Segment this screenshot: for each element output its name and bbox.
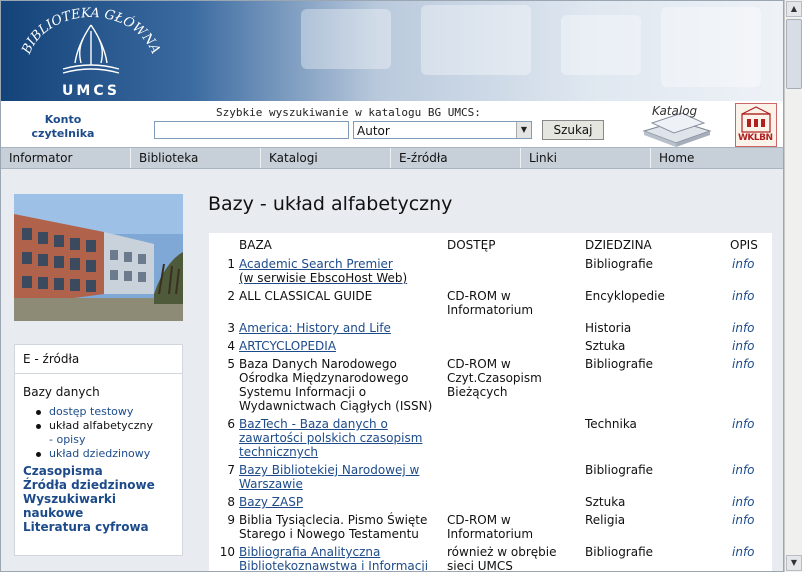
- nav-item-home[interactable]: Home: [651, 148, 783, 168]
- header-banner: BIBLIOTEKA GŁÓWNA UMCS: [1, 1, 783, 101]
- sidebar-link-search-engines-2[interactable]: naukowe: [23, 506, 83, 520]
- chevron-down-icon[interactable]: ▼: [516, 122, 531, 138]
- database-name: Baza Danych Narodowego Ośrodka Międzynar…: [239, 357, 433, 413]
- sidebar-header: E - źródła: [15, 345, 182, 374]
- sidebar-link-field-sources[interactable]: Źródła dziedzinowe: [23, 478, 155, 492]
- wklbn-logo-text: WKLBN: [738, 133, 773, 143]
- info-link[interactable]: info: [732, 289, 755, 303]
- nav-item-katalogi[interactable]: Katalogi: [261, 148, 391, 168]
- quick-search-label: Szybkie wyszukiwanie w katalogu BG UMCS:: [216, 106, 481, 119]
- column-header-dostep: DOSTĘP: [447, 238, 496, 252]
- search-bar: Konto czytelnika Szybkie wyszukiwanie w …: [1, 101, 783, 147]
- row-number: 1: [227, 257, 235, 271]
- field-cell: Bibliografie: [585, 357, 654, 371]
- konto-line2: czytelnika: [31, 127, 95, 140]
- page-title: Bazy - układ alfabetyczny: [208, 193, 453, 215]
- descriptions-link[interactable]: - opisy: [49, 433, 85, 446]
- vertical-scrollbar[interactable]: ▲ ▼: [784, 0, 802, 572]
- search-input[interactable]: [154, 121, 349, 139]
- library-building-photo: [14, 194, 183, 321]
- info-link[interactable]: info: [732, 339, 755, 353]
- databases-list: dostęp testowy układ alfabetyczny - opisy…: [36, 405, 153, 461]
- row-number: 3: [227, 321, 235, 335]
- search-field-select[interactable]: Autor ▼: [353, 121, 532, 139]
- select-value: Autor: [357, 124, 390, 138]
- field-cell: Bibliografie: [585, 257, 654, 271]
- column-header-opis: OPIS: [730, 238, 758, 252]
- list-item-test-access[interactable]: dostęp testowy: [36, 405, 153, 419]
- database-link[interactable]: ARTCYCLOPEDIA: [239, 339, 439, 353]
- info-link[interactable]: info: [732, 257, 755, 271]
- field-cell: Bibliografie: [585, 545, 654, 559]
- row-number: 4: [227, 339, 235, 353]
- info-link[interactable]: info: [732, 357, 755, 371]
- access-cell: CD-ROM w Informatorium: [447, 513, 534, 541]
- database-name[interactable]: Academic Search Premier: [239, 257, 393, 271]
- scroll-thumb[interactable]: [786, 19, 802, 89]
- reader-account-link[interactable]: Konto czytelnika: [23, 113, 103, 141]
- row-number: 5: [227, 357, 235, 371]
- nav-item-e-zrodla[interactable]: E-źródła: [391, 148, 521, 168]
- main-nav: Informator Biblioteka Katalogi E-źródła …: [1, 147, 783, 169]
- field-cell: Technika: [585, 417, 637, 431]
- alphabetical-label: układ alfabetyczny: [49, 419, 153, 432]
- database-name: Biblia Tysiąclecia. Pismo Święte Starego…: [239, 513, 428, 541]
- nav-item-linki[interactable]: Linki: [521, 148, 651, 168]
- field-cell: Sztuka: [585, 339, 626, 353]
- database-link[interactable]: BazTech - Baza danych o zawartości polsk…: [239, 417, 439, 459]
- scroll-down-icon[interactable]: ▼: [786, 555, 802, 571]
- row-number: 8: [227, 495, 235, 509]
- scroll-up-icon[interactable]: ▲: [786, 1, 802, 17]
- field-cell: Religia: [585, 513, 626, 527]
- info-link[interactable]: info: [732, 495, 755, 509]
- browser-viewport: BIBLIOTEKA GŁÓWNA UMCS Konto czytelnika …: [0, 0, 784, 572]
- library-logo[interactable]: BIBLIOTEKA GŁÓWNA UMCS: [5, 3, 177, 99]
- access-cell: również w obrębie sieci UMCS: [447, 545, 557, 572]
- sidebar-link-journals[interactable]: Czasopisma: [23, 464, 103, 478]
- nav-item-informator[interactable]: Informator: [1, 148, 131, 168]
- konto-line1: Konto: [44, 113, 82, 126]
- sidebar-panel: E - źródła Bazy danych dostęp testowy uk…: [14, 344, 183, 556]
- nav-item-biblioteka[interactable]: Biblioteka: [131, 148, 261, 168]
- field-cell: Encyklopedie: [585, 289, 665, 303]
- databases-title: Bazy danych: [23, 385, 100, 399]
- info-link[interactable]: info: [732, 417, 755, 431]
- search-button[interactable]: Szukaj: [542, 120, 604, 140]
- database-link[interactable]: Bazy ZASP: [239, 495, 439, 509]
- wklbn-logo[interactable]: WKLBN: [735, 103, 777, 147]
- list-item-alphabetical: układ alfabetyczny - opisy: [36, 419, 153, 447]
- row-number: 9: [227, 513, 235, 527]
- sidebar-link-digital-literature[interactable]: Literatura cyfrowa: [23, 520, 149, 534]
- database-name: ALL CLASSICAL GUIDE: [239, 289, 373, 303]
- list-item-by-field[interactable]: układ dziedzinowy: [36, 447, 153, 461]
- field-cell: Historia: [585, 321, 632, 335]
- database-link[interactable]: Bazy Bibliotekiej Narodowej w Warszawie: [239, 463, 439, 491]
- database-link[interactable]: America: History and Life: [239, 321, 439, 335]
- field-cell: Bibliografie: [585, 463, 654, 477]
- row-number: 10: [219, 545, 235, 559]
- database-link[interactable]: Bibliografia Analityczna Bibliotekoznaws…: [239, 545, 439, 571]
- row-number: 7: [227, 463, 235, 477]
- catalog-logo-text: Katalog: [652, 104, 698, 118]
- row-number: 2: [227, 289, 235, 303]
- row-number: 6: [227, 417, 235, 431]
- building-icon: [741, 106, 771, 133]
- sidebar-link-search-engines[interactable]: Wyszukiwarki: [23, 492, 116, 506]
- catalog-logo[interactable]: Katalog: [638, 101, 716, 147]
- info-link[interactable]: info: [732, 513, 755, 527]
- info-link[interactable]: info: [732, 545, 755, 559]
- field-cell: Sztuka: [585, 495, 626, 509]
- info-link[interactable]: info: [732, 321, 755, 335]
- database-link[interactable]: Academic Search Premier (w serwisie Ebsco…: [239, 257, 439, 285]
- info-link[interactable]: info: [732, 463, 755, 477]
- access-cell: CD-ROM w Informatorium: [447, 289, 534, 317]
- column-header-dziedzina: DZIEDZINA: [585, 238, 652, 252]
- column-header-baza: BAZA: [239, 238, 272, 252]
- database-note: (w serwisie EbscoHost Web): [239, 271, 408, 285]
- logo-umcs-text: UMCS: [62, 83, 120, 99]
- access-cell: CD-ROM w Czyt.Czasopism Bieżących: [447, 357, 542, 399]
- databases-table: BAZA DOSTĘP DZIEDZINA OPIS 1 Academic Se…: [209, 233, 772, 572]
